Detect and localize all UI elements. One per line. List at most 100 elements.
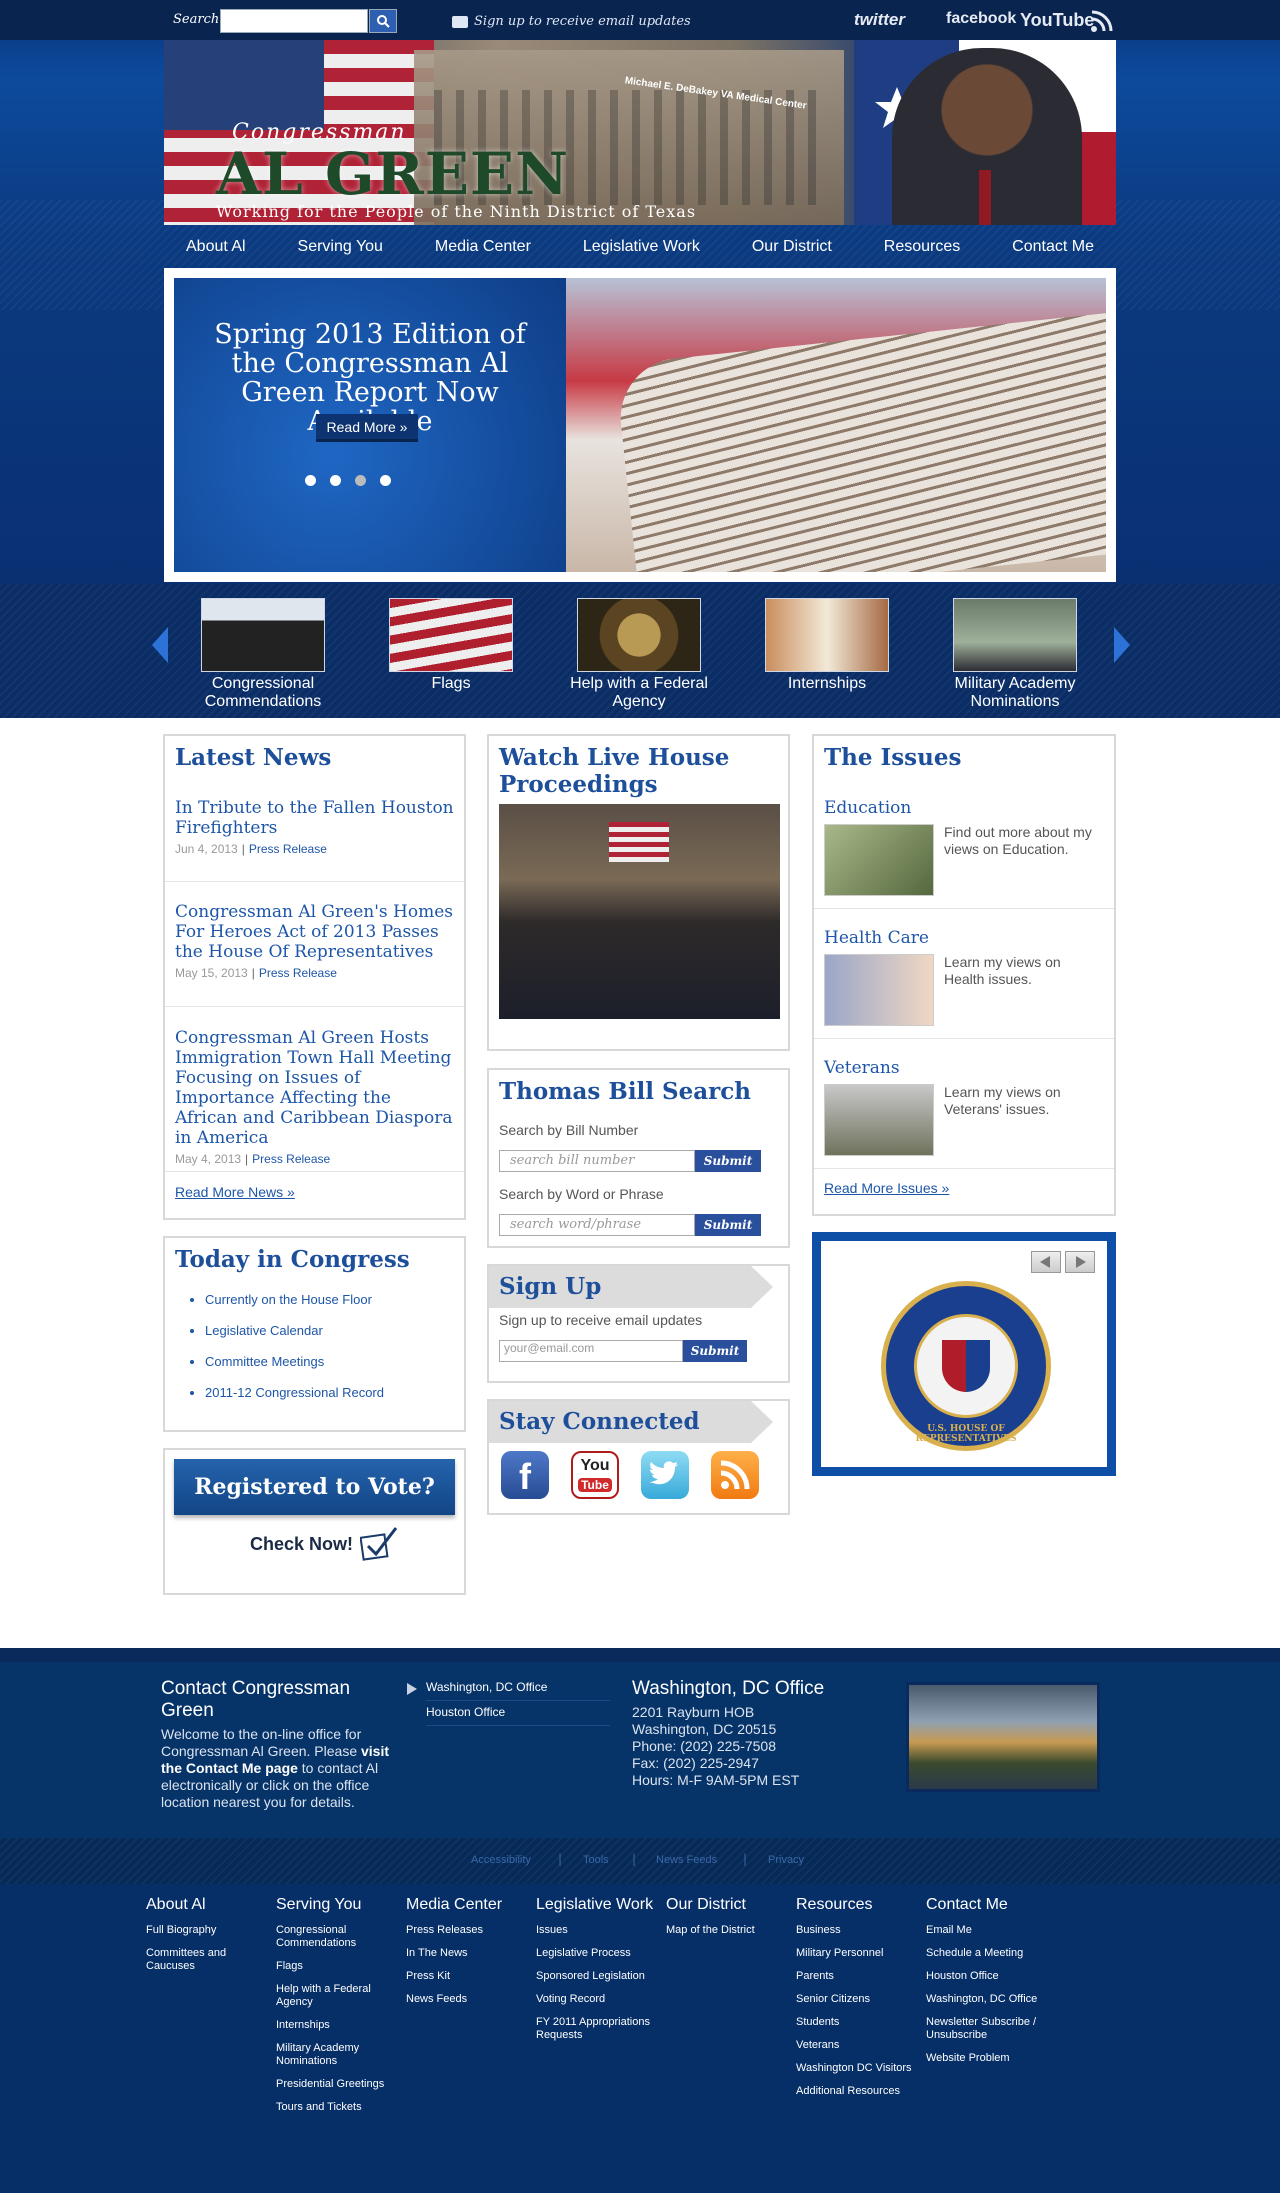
house-seal[interactable]: U.S. HOUSE OF REPRESENTATIVES [881,1281,1051,1451]
news-title[interactable]: In Tribute to the Fallen Houston Firefig… [175,798,454,838]
header-banner[interactable]: Michael E. DeBakey VA Medical Center Con… [164,40,1116,225]
carousel-item-military-academy[interactable]: Military Academy Nominations [921,598,1109,711]
news-type-link[interactable]: Press Release [249,842,327,856]
nav-our-district[interactable]: Our District [752,230,832,264]
footer-link[interactable]: Washington DC Visitors [796,2062,920,2075]
nav-contact-me[interactable]: Contact Me [1012,230,1094,264]
youtube-icon[interactable]: You Tube [571,1451,619,1499]
news-title[interactable]: Congressman Al Green's Homes For Heroes … [175,902,453,962]
footer-link[interactable]: Full Biography [146,1924,266,1937]
facebook-icon[interactable]: f [501,1451,549,1499]
nav-media-center[interactable]: Media Center [435,230,531,264]
footer-link[interactable]: Houston Office [926,1970,1052,1983]
twitter-icon[interactable] [641,1451,689,1499]
carousel-item-internships[interactable]: Internships [733,598,921,693]
slider-dot-3[interactable] [355,475,366,486]
news-type-link[interactable]: Press Release [259,966,337,980]
seal-prev-button[interactable] [1031,1251,1061,1273]
footer-link[interactable]: Voting Record [536,1993,662,2006]
news-feeds-link[interactable]: News Feeds [656,1854,717,1866]
capitol-building-image[interactable] [906,1682,1100,1792]
footer-link[interactable]: Website Problem [926,2052,1052,2065]
footer-col-heading[interactable]: Contact Me [926,1896,1052,1914]
signup-submit[interactable]: Submit [683,1340,747,1362]
carousel-item-commendations[interactable]: Congressional Commendations [169,598,357,711]
footer-link[interactable]: Congressional Commendations [276,1924,396,1950]
bill-number-submit[interactable]: Submit [695,1150,761,1172]
footer-link[interactable]: Map of the District [666,1924,786,1937]
slider-dot-1[interactable] [305,475,316,486]
vote-box[interactable]: Registered to Vote? Check Now! [163,1448,466,1595]
footer-link[interactable]: Sponsored Legislation [536,1970,662,1983]
nav-about-al[interactable]: About Al [186,230,246,264]
office-link-dc[interactable]: Washington, DC Office [426,1680,610,1701]
footer-col-heading[interactable]: Resources [796,1896,920,1914]
footer-link[interactable]: In The News [406,1947,526,1960]
footer-col-heading[interactable]: Legislative Work [536,1896,662,1914]
issue-title-education[interactable]: Education [824,798,911,818]
site-search-input[interactable] [220,9,368,33]
today-link[interactable]: Legislative Calendar [205,1323,323,1338]
footer-link[interactable]: Press Kit [406,1970,526,1983]
footer-link[interactable]: Business [796,1924,920,1937]
carousel-prev-icon[interactable] [152,627,168,663]
read-more-news-link[interactable]: Read More News » [175,1184,295,1200]
footer-link[interactable]: Press Releases [406,1924,526,1937]
footer-link[interactable]: Email Me [926,1924,1052,1937]
email-signup-link[interactable]: Sign up to receive email updates [452,14,691,29]
footer-link[interactable]: Schedule a Meeting [926,1947,1052,1960]
issue-title-health-care[interactable]: Health Care [824,928,929,948]
footer-link[interactable]: Tours and Tickets [276,2101,396,2114]
news-type-link[interactable]: Press Release [252,1152,330,1166]
privacy-link[interactable]: Privacy [768,1854,804,1866]
rss-icon[interactable] [1090,9,1114,33]
twitter-link[interactable]: twitter [854,10,905,30]
email-input[interactable]: your@email.com [499,1340,683,1362]
nav-legislative-work[interactable]: Legislative Work [583,230,700,264]
carousel-item-federal-agency[interactable]: Help with a Federal Agency [545,598,733,711]
youtube-link[interactable]: YouTube [1020,10,1094,31]
footer-link[interactable]: FY 2011 Appropriations Requests [536,2016,662,2042]
footer-link[interactable]: Legislative Process [536,1947,662,1960]
issue-title-veterans[interactable]: Veterans [824,1058,900,1078]
footer-link[interactable]: Veterans [796,2039,920,2052]
vote-check-now[interactable]: Check Now! [250,1534,353,1555]
footer-link[interactable]: News Feeds [406,1993,526,2006]
news-item[interactable]: Congressman Al Green's Homes For Heroes … [175,902,455,980]
facebook-link[interactable]: facebook [946,10,1016,28]
slide-read-more-button[interactable]: Read More » [316,414,418,442]
read-more-issues-link[interactable]: Read More Issues » [824,1180,949,1196]
health-care-image[interactable] [824,954,934,1026]
footer-link[interactable]: Presidential Greetings [276,2078,396,2091]
news-item[interactable]: In Tribute to the Fallen Houston Firefig… [175,798,455,856]
list-item[interactable]: 2011-12 Congressional Record [205,1385,384,1400]
footer-col-heading[interactable]: About Al [146,1896,266,1914]
vote-banner[interactable]: Registered to Vote? [174,1459,455,1515]
carousel-next-icon[interactable] [1114,627,1130,663]
list-item[interactable]: Currently on the House Floor [205,1292,384,1307]
footer-link[interactable]: Committees and Caucuses [146,1947,266,1973]
office-link-houston[interactable]: Houston Office [426,1705,610,1726]
slider-dot-2[interactable] [330,475,341,486]
footer-link[interactable]: Parents [796,1970,920,1983]
footer-link[interactable]: Students [796,2016,920,2029]
accessibility-link[interactable]: Accessibility [471,1854,531,1866]
list-item[interactable]: Legislative Calendar [205,1323,384,1338]
carousel-item-flags[interactable]: Flags [357,598,545,693]
house-floor-video[interactable] [499,804,780,1019]
nav-serving-you[interactable]: Serving You [298,230,383,264]
nav-resources[interactable]: Resources [884,230,960,264]
footer-link[interactable]: Help with a Federal Agency [276,1983,396,2009]
footer-col-heading[interactable]: Serving You [276,1896,396,1914]
slider-dot-4[interactable] [380,475,391,486]
footer-link[interactable]: Newsletter Subscribe / Unsubscribe [926,2016,1052,2042]
news-item[interactable]: Congressman Al Green Hosts Immigration T… [175,1028,455,1166]
footer-link[interactable]: Military Academy Nominations [276,2042,396,2068]
footer-link[interactable]: Internships [276,2019,396,2032]
footer-link[interactable]: Issues [536,1924,662,1937]
today-link[interactable]: Currently on the House Floor [205,1292,372,1307]
footer-link[interactable]: Additional Resources [796,2085,920,2098]
rss-feed-icon[interactable] [711,1451,759,1499]
news-title[interactable]: Congressman Al Green Hosts Immigration T… [175,1028,453,1148]
seal-next-button[interactable] [1065,1251,1095,1273]
